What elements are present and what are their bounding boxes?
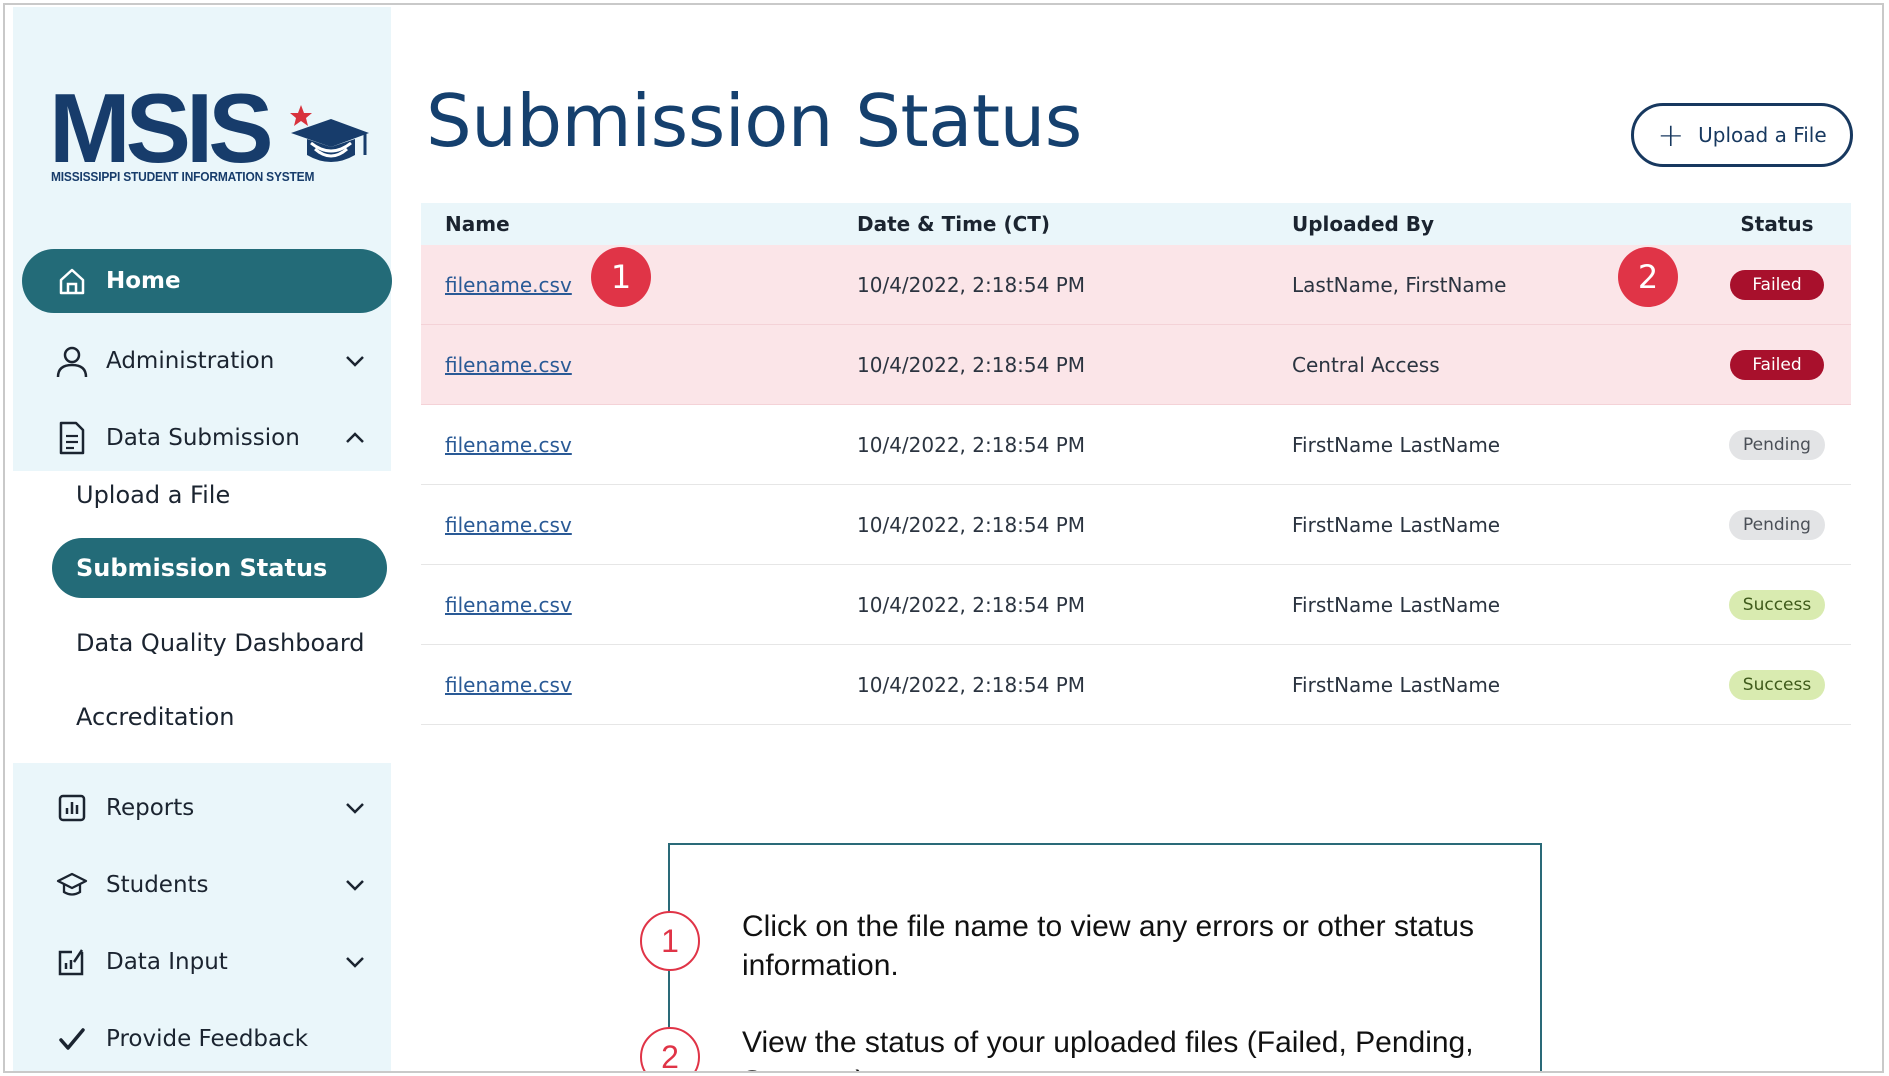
chevron-down-icon[interactable] xyxy=(342,949,368,975)
annotation-marker-1: 1 xyxy=(591,247,651,307)
checkmark-icon xyxy=(52,1019,92,1059)
status-badge: Failed xyxy=(1730,349,1824,380)
column-header-name[interactable]: Name xyxy=(421,212,833,236)
sidebar-item-data-input[interactable]: Data Input xyxy=(22,930,390,994)
sidebar-item-home[interactable]: Home xyxy=(22,249,392,313)
sidebar-item-provide-feedback[interactable]: Provide Feedback xyxy=(22,1007,390,1071)
row-datetime: 10/4/2022, 2:18:54 PM xyxy=(857,592,1086,617)
row-uploaded-by: FirstName LastName xyxy=(1292,592,1501,617)
sidebar-item-label: Home xyxy=(106,268,181,294)
column-header-uploaded-by[interactable]: Uploaded By xyxy=(1268,212,1703,236)
file-name-link[interactable]: filename.csv xyxy=(445,433,572,457)
home-icon xyxy=(52,261,92,301)
sidebar-item-label: Students xyxy=(106,872,209,898)
sidebar-item-label: Data Submission xyxy=(106,425,300,451)
status-badge: Pending xyxy=(1729,429,1825,460)
instruction-callout: 1 Click on the file name to view any err… xyxy=(640,843,1542,1071)
subitem-label: Accreditation xyxy=(76,703,235,731)
file-name-link[interactable]: filename.csv xyxy=(445,593,572,617)
chevron-down-icon[interactable] xyxy=(342,795,368,821)
chevron-down-icon[interactable] xyxy=(342,348,368,374)
sidebar-item-label: Reports xyxy=(106,795,195,821)
status-badge: Success xyxy=(1728,589,1826,620)
row-uploaded-by: FirstName LastName xyxy=(1292,672,1501,697)
row-uploaded-by: Central Access xyxy=(1292,352,1440,377)
callout-text-1: Click on the file name to view any error… xyxy=(742,910,1474,982)
subitem-data-quality-dashboard[interactable]: Data Quality Dashboard xyxy=(52,613,365,673)
page-title: Submission Status xyxy=(426,79,1082,163)
row-datetime: 10/4/2022, 2:18:54 PM xyxy=(857,432,1086,457)
msis-logo[interactable]: MSIS MISSISSIPPI STUDENT INFORMATION SYS… xyxy=(49,79,369,197)
callout-text-2: View the status of your uploaded files (… xyxy=(742,1026,1474,1071)
column-header-status[interactable]: Status xyxy=(1703,212,1851,236)
upload-button-label: Upload a File xyxy=(1698,123,1827,147)
annotation-marker-2: 2 xyxy=(1618,247,1678,307)
sidebar-item-administration[interactable]: Administration xyxy=(22,329,390,393)
chevron-up-icon[interactable] xyxy=(342,425,368,451)
row-datetime: 10/4/2022, 2:18:54 PM xyxy=(857,272,1086,297)
sidebar-item-label: Provide Feedback xyxy=(106,1026,309,1052)
subitem-label: Submission Status xyxy=(76,554,328,582)
table-header: Name Date & Time (CT) Uploaded By Status xyxy=(421,203,1851,245)
row-datetime: 10/4/2022, 2:18:54 PM xyxy=(857,512,1086,537)
file-name-link[interactable]: filename.csv xyxy=(445,353,572,377)
sidebar-item-students[interactable]: Students xyxy=(22,853,390,917)
table-row: filename.csv 10/4/2022, 2:18:54 PM Centr… xyxy=(421,325,1851,405)
page-frame: MSIS MISSISSIPPI STUDENT INFORMATION SYS… xyxy=(3,3,1884,1073)
user-icon xyxy=(52,341,92,381)
file-name-link[interactable]: filename.csv xyxy=(445,673,572,697)
sidebar-item-label: Administration xyxy=(106,348,275,374)
sidebar-item-reports[interactable]: Reports xyxy=(22,776,390,840)
file-name-link[interactable]: filename.csv xyxy=(445,273,572,297)
status-badge: Success xyxy=(1728,669,1826,700)
file-name-link[interactable]: filename.csv xyxy=(445,513,572,537)
table-row: filename.csv 10/4/2022, 2:18:54 PM First… xyxy=(421,645,1851,725)
subitem-accreditation[interactable]: Accreditation xyxy=(52,687,234,747)
subitem-upload-a-file[interactable]: Upload a File xyxy=(52,465,230,525)
table-row: filename.csv 10/4/2022, 2:18:54 PM First… xyxy=(421,565,1851,645)
column-header-date[interactable]: Date & Time (CT) xyxy=(833,212,1268,236)
status-badge: Pending xyxy=(1729,509,1825,540)
logo-subtitle: MISSISSIPPI STUDENT INFORMATION SYSTEM xyxy=(51,169,315,184)
bar-chart-icon xyxy=(52,788,92,828)
sidebar-item-label: Data Input xyxy=(106,949,228,975)
callout-number-2: 2 xyxy=(640,1027,700,1071)
status-badge: Failed xyxy=(1730,269,1824,300)
edit-chart-icon xyxy=(52,942,92,982)
graduation-cap-icon xyxy=(52,865,92,905)
graduation-cap-logo-icon xyxy=(290,105,369,162)
chevron-down-icon[interactable] xyxy=(342,872,368,898)
sidebar-item-data-submission[interactable]: Data Submission xyxy=(22,406,390,470)
row-datetime: 10/4/2022, 2:18:54 PM xyxy=(857,352,1086,377)
callout-number-1: 1 xyxy=(640,911,700,971)
subitem-submission-status[interactable]: Submission Status xyxy=(52,538,387,598)
table-row: filename.csv 10/4/2022, 2:18:54 PM First… xyxy=(421,405,1851,485)
logo-wordmark: MSIS xyxy=(49,73,274,183)
subitem-label: Data Quality Dashboard xyxy=(76,629,365,657)
table-row: filename.csv 10/4/2022, 2:18:54 PM First… xyxy=(421,485,1851,565)
row-uploaded-by: FirstName LastName xyxy=(1292,432,1501,457)
document-icon xyxy=(52,418,92,458)
subitem-label: Upload a File xyxy=(76,481,231,509)
plus-icon: + xyxy=(1657,116,1685,154)
upload-a-file-button[interactable]: + Upload a File xyxy=(1631,103,1853,167)
row-datetime: 10/4/2022, 2:18:54 PM xyxy=(857,672,1086,697)
row-uploaded-by: FirstName LastName xyxy=(1292,512,1501,537)
